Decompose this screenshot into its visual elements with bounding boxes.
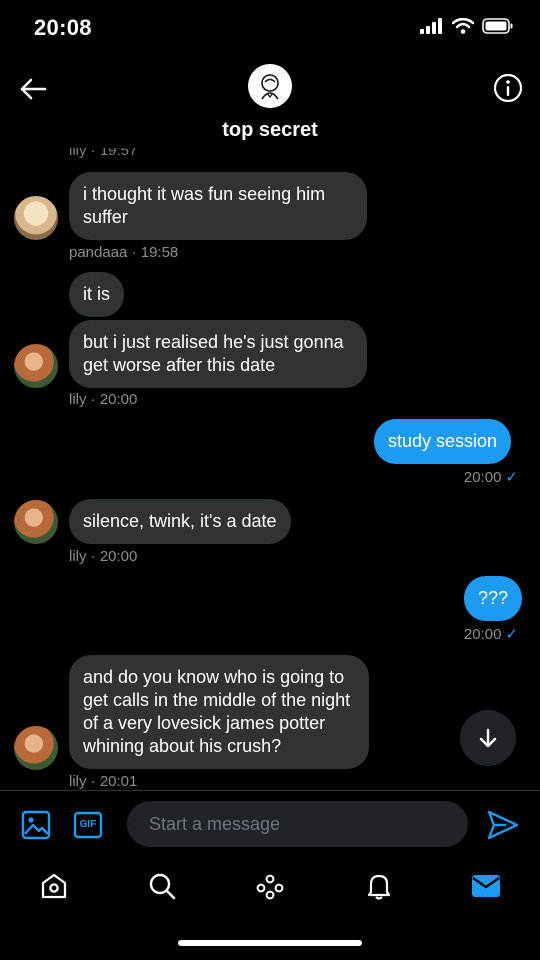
status-icons — [420, 18, 514, 34]
group-avatar[interactable] — [248, 64, 292, 108]
gif-button[interactable]: GIF — [73, 810, 103, 840]
message-list[interactable]: lily · 19:57 i thought it was fun seeing… — [0, 148, 540, 790]
home-icon — [41, 873, 67, 899]
message-meta: lily · 19:57 — [69, 148, 138, 159]
back-button[interactable] — [16, 72, 50, 106]
status-bar: 20:08 — [0, 0, 540, 56]
message-bubble[interactable]: i thought it was fun seeing him suffer — [69, 172, 367, 240]
conversation-header: top secret — [0, 56, 540, 148]
message-bubble[interactable]: ??? — [464, 576, 523, 621]
arrow-left-icon — [20, 78, 47, 100]
message-meta-row: 20:00 ✓ — [464, 625, 518, 643]
image-button[interactable] — [21, 810, 51, 840]
message-bubble[interactable]: silence, twink, it's a date — [69, 499, 291, 544]
message-meta: lily · 20:01 — [69, 773, 138, 790]
nav-spaces[interactable] — [252, 868, 288, 904]
spaces-icon — [256, 874, 284, 900]
message-bubble[interactable]: and do you know who is going to get call… — [69, 655, 369, 769]
home-indicator — [178, 940, 362, 946]
send-button[interactable] — [486, 809, 520, 841]
send-icon — [487, 810, 519, 840]
avatar-pandaaa[interactable] — [14, 196, 58, 240]
status-time: 20:08 — [34, 15, 92, 40]
message-bubble[interactable]: it is — [69, 272, 124, 317]
nav-home[interactable] — [36, 868, 72, 904]
arrow-down-icon — [479, 728, 497, 748]
message-input[interactable] — [127, 801, 468, 847]
image-icon — [21, 810, 51, 840]
message-meta: lily · 20:00 — [69, 391, 138, 408]
nav-search[interactable] — [144, 868, 180, 904]
bell-icon — [367, 874, 391, 900]
conversation-title[interactable]: top secret — [0, 119, 540, 142]
nav-messages[interactable] — [468, 868, 504, 904]
scroll-to-bottom-button[interactable] — [460, 710, 516, 766]
message-meta: 20:00 — [463, 469, 502, 486]
signal-icon — [420, 18, 442, 34]
search-icon — [149, 873, 176, 900]
battery-icon — [482, 18, 513, 34]
bottom-nav — [0, 856, 540, 916]
mail-icon — [472, 875, 500, 897]
message-meta: 20:00 — [463, 626, 502, 643]
checkmark-icon: ✓ — [505, 626, 518, 643]
info-button[interactable] — [492, 72, 524, 104]
gif-label: GIF — [79, 819, 97, 830]
message-composer: GIF — [0, 790, 540, 856]
avatar-lily[interactable] — [14, 726, 58, 770]
nav-notifications[interactable] — [361, 868, 397, 904]
message-meta: pandaaa · 19:58 — [69, 244, 179, 261]
message-meta: lily · 20:00 — [69, 548, 138, 565]
avatar-lily[interactable] — [14, 344, 58, 388]
message-meta-row: 20:00 ✓ — [464, 468, 518, 486]
wifi-icon — [452, 18, 474, 34]
checkmark-icon: ✓ — [505, 469, 518, 486]
avatar-lily[interactable] — [14, 500, 58, 544]
message-bubble[interactable]: study session — [374, 419, 512, 464]
group-avatar-drawing — [261, 74, 279, 100]
info-icon — [493, 73, 523, 103]
message-bubble[interactable]: but i just realised he's just gonna get … — [69, 320, 367, 388]
